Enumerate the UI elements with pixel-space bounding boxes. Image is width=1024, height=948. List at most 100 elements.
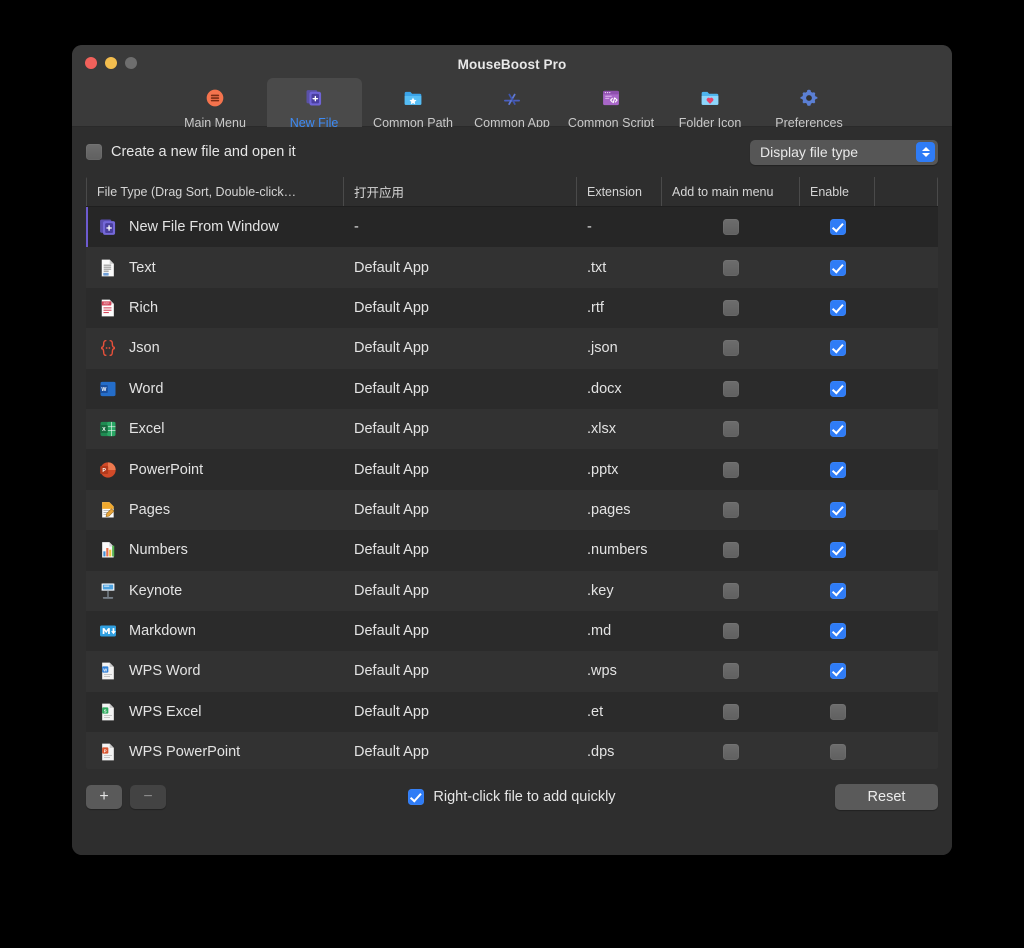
cell-enable[interactable] [800,207,875,247]
cell-open-app[interactable]: Default App [344,732,577,769]
cell-file-type[interactable]: New File From Window [86,207,344,247]
right-click-add-checkbox-row[interactable]: Right-click file to add quickly [408,789,616,805]
reset-button[interactable]: Reset [835,784,938,810]
cell-add-to-main-menu[interactable] [662,692,800,732]
enable-checkbox[interactable] [829,582,846,599]
column-header-ext[interactable]: Extension [577,177,662,206]
table-row[interactable]: New File From Window - - [86,207,938,248]
enable-checkbox[interactable] [829,461,846,478]
cell-open-app[interactable]: Default App [344,247,577,287]
enable-checkbox[interactable] [829,501,846,518]
chevron-updown-icon[interactable] [916,142,935,162]
cell-add-to-main-menu[interactable] [662,288,800,328]
cell-add-to-main-menu[interactable] [662,732,800,769]
cell-open-app[interactable]: Default App [344,530,577,570]
cell-add-to-main-menu[interactable] [662,571,800,611]
create-and-open-checkbox-row[interactable]: Create a new file and open it [86,144,296,160]
add-to-main-menu-checkbox[interactable] [723,380,739,397]
cell-open-app[interactable]: Default App [344,651,577,691]
cell-enable[interactable] [800,571,875,611]
table-row[interactable]: Markdown Default App .md [86,610,938,652]
cell-open-app[interactable]: Default App [344,328,577,368]
cell-enable[interactable] [800,692,875,732]
table-row[interactable]: P WPS PowerPoint Default App .dps [86,732,938,769]
cell-add-to-main-menu[interactable] [662,651,800,691]
cell-open-app[interactable]: Default App [344,490,577,530]
add-to-main-menu-checkbox[interactable] [723,461,739,478]
cell-enable[interactable] [800,369,875,409]
cell-open-app[interactable]: - [344,207,577,247]
add-to-main-menu-checkbox[interactable] [723,623,739,640]
add-to-main-menu-checkbox[interactable] [723,663,739,680]
enable-checkbox[interactable] [829,340,846,357]
display-file-type-select[interactable]: Display file type [750,139,938,165]
create-and-open-checkbox[interactable] [86,144,102,160]
cell-enable[interactable] [800,490,875,530]
cell-add-to-main-menu[interactable] [662,449,800,489]
table-row[interactable]: Text Default App .txt [86,247,938,288]
add-to-main-menu-checkbox[interactable] [723,219,739,236]
cell-extension[interactable]: .pptx [577,449,662,489]
cell-file-type[interactable]: RTF Rich [86,288,344,328]
enable-checkbox[interactable] [829,623,846,640]
cell-extension[interactable]: .pages [577,490,662,530]
table-row[interactable]: W WPS Word Default App .wps [86,651,938,692]
cell-extension[interactable]: .rtf [577,288,662,328]
cell-add-to-main-menu[interactable] [662,409,800,449]
add-to-main-menu-checkbox[interactable] [723,501,739,518]
cell-open-app[interactable]: Default App [344,409,577,449]
cell-add-to-main-menu[interactable] [662,247,800,287]
cell-open-app[interactable]: Default App [344,288,577,328]
cell-extension[interactable]: .md [577,611,662,651]
right-click-add-checkbox[interactable] [408,789,425,805]
cell-enable[interactable] [800,288,875,328]
cell-file-type[interactable]: Json [86,328,344,368]
cell-add-to-main-menu[interactable] [662,530,800,570]
column-header-type[interactable]: File Type (Drag Sort, Double-click… [86,177,344,206]
cell-extension[interactable]: .dps [577,732,662,769]
enable-checkbox[interactable] [829,744,846,761]
cell-extension[interactable]: .txt [577,247,662,287]
enable-checkbox[interactable] [829,542,846,559]
column-header-menu[interactable]: Add to main menu [662,177,800,206]
cell-add-to-main-menu[interactable] [662,328,800,368]
enable-checkbox[interactable] [829,259,846,276]
cell-file-type[interactable]: Text [86,247,344,287]
add-to-main-menu-checkbox[interactable] [723,582,739,599]
cell-open-app[interactable]: Default App [344,571,577,611]
table-row[interactable]: Numbers Default App .numbers [86,530,938,571]
cell-extension[interactable]: .json [577,328,662,368]
cell-enable[interactable] [800,328,875,368]
cell-enable[interactable] [800,530,875,570]
cell-extension[interactable]: - [577,207,662,247]
table-row[interactable]: P PowerPoint Default App .pptx [86,449,938,490]
cell-open-app[interactable]: Default App [344,449,577,489]
cell-enable[interactable] [800,247,875,287]
table-row[interactable]: Keynote Default App .key [86,570,938,611]
cell-enable[interactable] [800,651,875,691]
cell-enable[interactable] [800,611,875,651]
cell-file-type[interactable]: P PowerPoint [86,449,344,489]
enable-checkbox[interactable] [829,380,846,397]
cell-file-type[interactable]: W WPS Word [86,651,344,691]
table-row[interactable]: S WPS Excel Default App .et [86,691,938,733]
cell-file-type[interactable]: P WPS PowerPoint [86,732,344,769]
cell-extension[interactable]: .key [577,571,662,611]
cell-file-type[interactable]: Markdown [86,611,344,651]
column-header-app[interactable]: 打开应用 [344,177,577,206]
cell-enable[interactable] [800,409,875,449]
add-to-main-menu-checkbox[interactable] [723,299,739,316]
table-row[interactable]: RTF Rich Default App .rtf [86,287,938,329]
cell-extension[interactable]: .docx [577,369,662,409]
enable-checkbox[interactable] [829,219,846,236]
cell-add-to-main-menu[interactable] [662,207,800,247]
add-to-main-menu-checkbox[interactable] [723,340,739,357]
cell-add-to-main-menu[interactable] [662,611,800,651]
table-row[interactable]: W Word Default App .docx [86,368,938,409]
cell-file-type[interactable]: Pages [86,490,344,530]
column-header-en[interactable]: Enable [800,177,875,206]
enable-checkbox[interactable] [829,663,846,680]
cell-open-app[interactable]: Default App [344,611,577,651]
cell-enable[interactable] [800,449,875,489]
add-to-main-menu-checkbox[interactable] [723,421,739,438]
